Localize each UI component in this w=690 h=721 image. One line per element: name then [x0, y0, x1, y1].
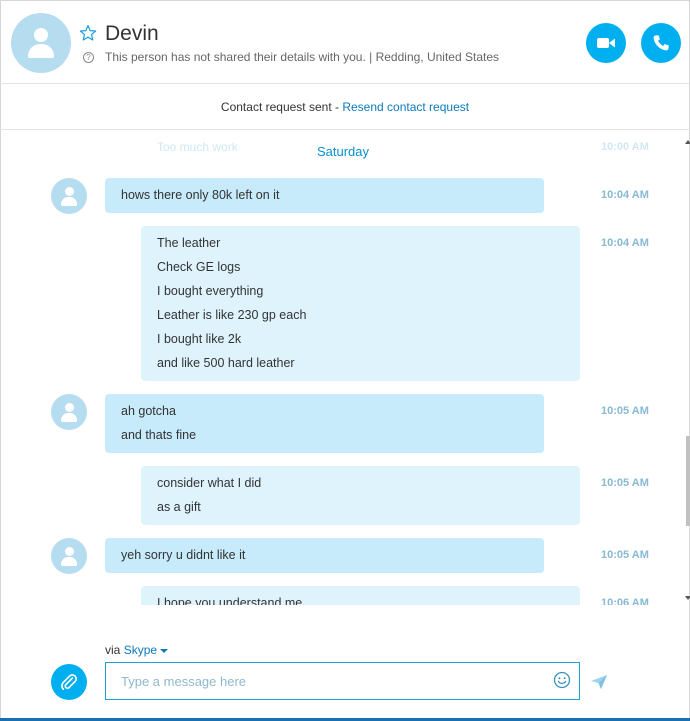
message-bubble-incoming[interactable]: yeh sorry u didnt like it [105, 538, 544, 573]
resend-request-link[interactable]: Resend contact request [342, 100, 469, 114]
audio-call-button[interactable] [641, 23, 681, 63]
message-bubble-incoming[interactable]: hows there only 80k left on it [105, 178, 544, 213]
message-list[interactable]: Too much work 10:00 AM Saturday hows the… [0, 131, 690, 605]
message-timestamp: 10:05 AM [601, 477, 649, 489]
day-separator: Saturday [0, 144, 686, 159]
contact-request-bar: Contact request sent - Resend contact re… [0, 84, 690, 130]
sender-avatar[interactable] [51, 178, 87, 214]
message-text: The leather [157, 236, 221, 250]
message-bubble-incoming[interactable]: ah gotcha and thats fine [105, 394, 544, 453]
via-label: via [105, 643, 124, 657]
message-text: Leather is like 230 gp each [157, 308, 307, 322]
message-timestamp: 10:05 AM [601, 405, 649, 417]
message-text: and thats fine [121, 428, 197, 442]
message-input[interactable] [105, 662, 580, 700]
scroll-up-arrow-icon[interactable] [685, 140, 690, 144]
via-service[interactable]: Skype [124, 643, 157, 657]
video-camera-icon [597, 38, 615, 48]
message-bubble-outgoing[interactable]: The leather Check GE logs I bought every… [141, 226, 580, 381]
paperclip-icon [61, 674, 77, 690]
message-text: yeh sorry u didnt like it [121, 548, 246, 562]
star-icon[interactable] [79, 24, 97, 42]
phone-icon [653, 35, 669, 51]
message-text: ah gotcha [121, 404, 176, 418]
message-text: I bought everything [157, 284, 264, 298]
scrollbar-thumb[interactable] [686, 436, 690, 526]
message-timestamp: 10:06 AM [601, 597, 649, 605]
message-bubble-outgoing[interactable]: I hope you understand me [141, 586, 580, 605]
conversation-header: Devin ? This person has not shared their… [0, 0, 690, 84]
sender-avatar[interactable] [51, 538, 87, 574]
attach-button[interactable] [51, 664, 87, 700]
contact-avatar[interactable] [11, 13, 71, 73]
sender-avatar[interactable] [51, 394, 87, 430]
request-status-text: Contact request sent - [220, 100, 343, 114]
message-text: hows there only 80k left on it [121, 188, 280, 202]
message-timestamp: 10:05 AM [601, 549, 649, 561]
contact-details: This person has not shared their details… [105, 50, 500, 64]
send-icon[interactable] [590, 674, 608, 690]
info-icon: ? [83, 52, 94, 63]
message-timestamp: 10:04 AM [601, 189, 649, 201]
message-text: I bought like 2k [157, 332, 242, 346]
chevron-down-icon[interactable] [160, 648, 169, 653]
scroll-down-arrow-icon[interactable] [685, 596, 690, 600]
message-timestamp: 10:04 AM [601, 237, 649, 249]
message-text: and like 500 hard leather [157, 356, 295, 370]
message-text: Check GE logs [157, 260, 241, 274]
smiley-icon[interactable] [553, 671, 571, 689]
message-text: as a gift [157, 500, 201, 514]
message-text: I hope you understand me [157, 596, 303, 605]
message-bubble-outgoing[interactable]: consider what I did as a gift [141, 466, 580, 525]
video-call-button[interactable] [586, 23, 626, 63]
send-via-selector[interactable]: via Skype [105, 643, 169, 657]
contact-name[interactable]: Devin [105, 22, 159, 46]
message-text: consider what I did [157, 476, 262, 490]
